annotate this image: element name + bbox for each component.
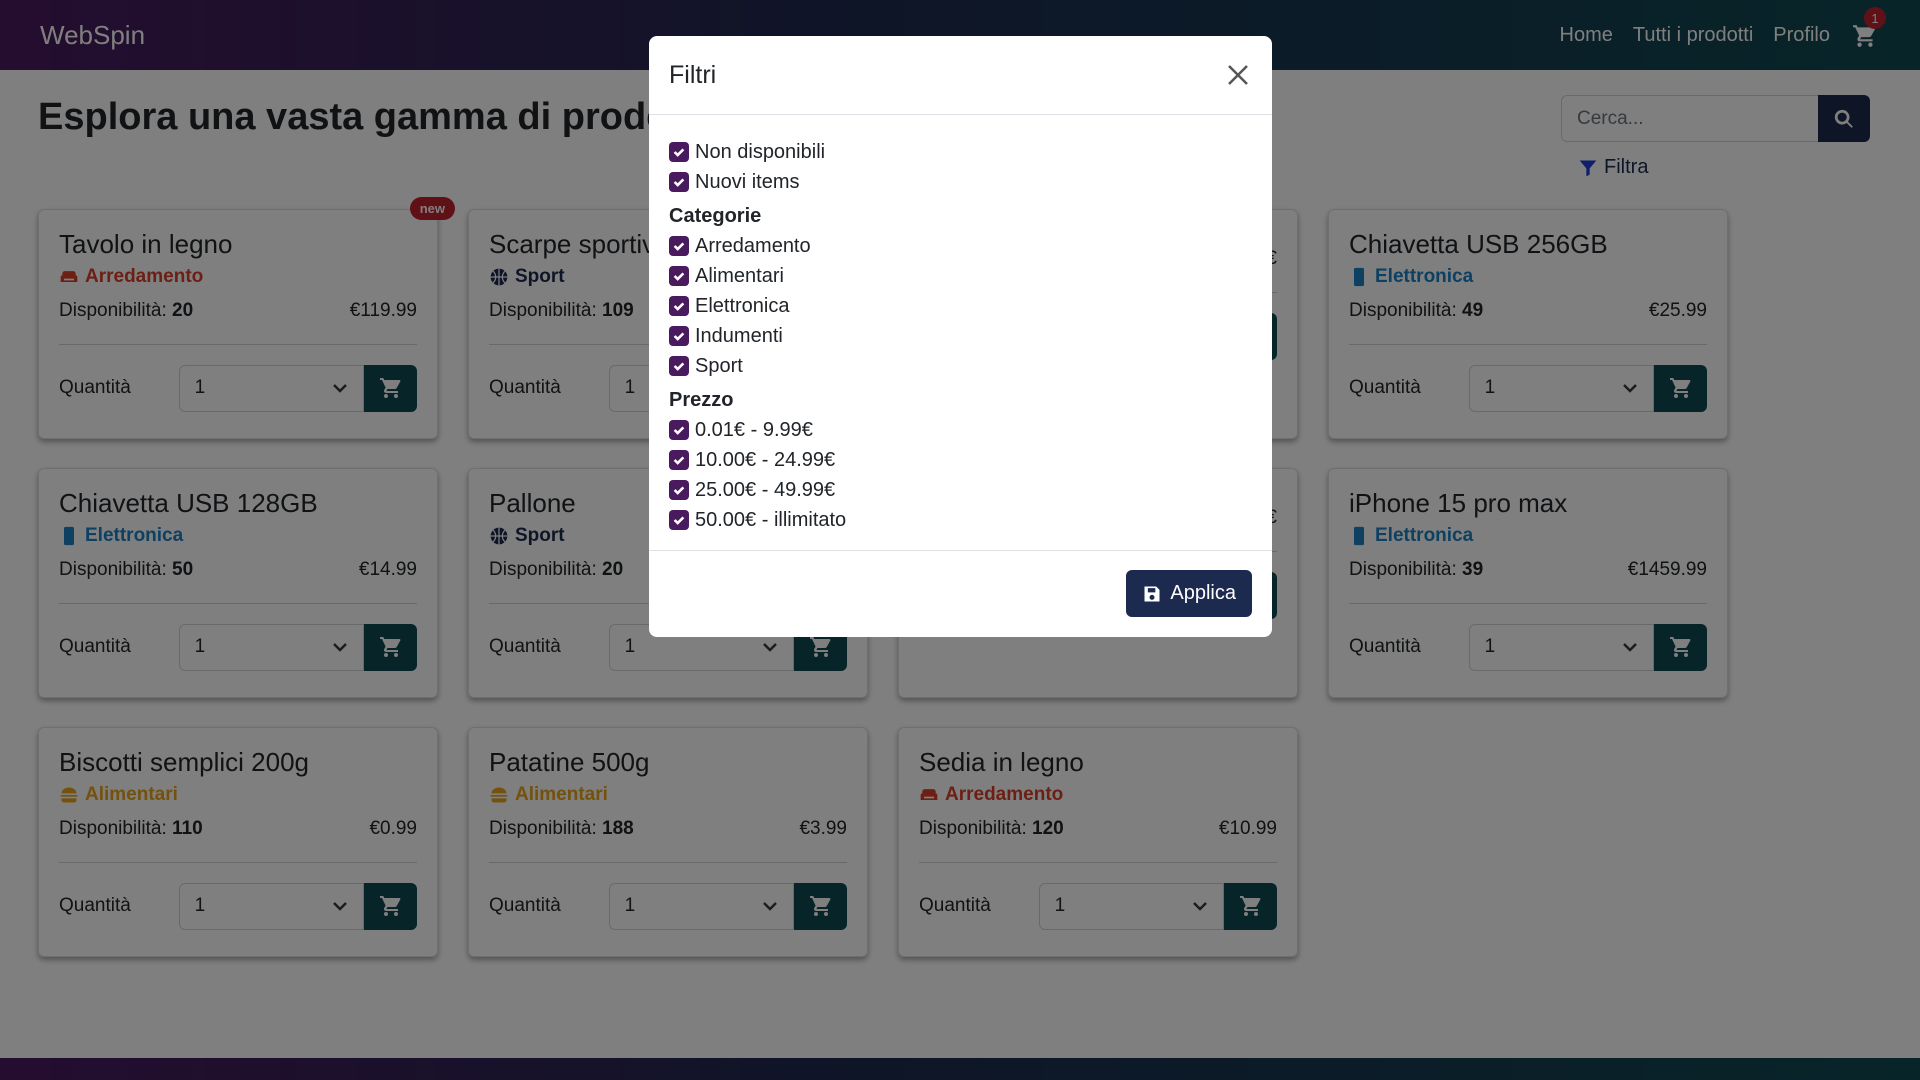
checkbox-label: Arredamento: [695, 234, 811, 257]
filter-category-sport[interactable]: Sport: [669, 351, 1252, 381]
check-icon: [673, 242, 685, 251]
check-icon: [673, 272, 685, 281]
checkbox-label: Elettronica: [695, 294, 790, 317]
modal-footer: Applica: [649, 551, 1272, 636]
filter-price-range-3[interactable]: 25.00€ - 49.99€: [669, 475, 1252, 505]
check-icon: [673, 332, 685, 341]
checkbox-label: 25.00€ - 49.99€: [695, 478, 836, 501]
filter-price-range-2[interactable]: 10.00€ - 24.99€: [669, 445, 1252, 475]
check-icon: [673, 456, 685, 465]
checkbox[interactable]: [669, 172, 689, 192]
save-icon: [1144, 586, 1160, 601]
modal-title: Filtri: [669, 60, 717, 89]
close-icon: [1228, 65, 1248, 85]
filter-category-alimentari[interactable]: Alimentari: [669, 261, 1252, 291]
checkbox[interactable]: [669, 142, 689, 162]
check-icon: [673, 516, 685, 525]
checkbox[interactable]: [669, 420, 689, 440]
checkbox-label: Alimentari: [695, 264, 784, 287]
checkbox-label: 10.00€ - 24.99€: [695, 448, 836, 471]
checkbox[interactable]: [669, 296, 689, 316]
checkbox-label: Indumenti: [695, 324, 783, 347]
check-icon: [673, 148, 685, 157]
checkbox[interactable]: [669, 236, 689, 256]
checkbox[interactable]: [669, 326, 689, 346]
filter-category-elettronica[interactable]: Elettronica: [669, 291, 1252, 321]
apply-label: Applica: [1170, 582, 1236, 604]
checkbox[interactable]: [669, 480, 689, 500]
checkbox[interactable]: [669, 266, 689, 286]
close-button[interactable]: [1224, 61, 1252, 89]
check-icon: [673, 426, 685, 435]
checkbox-label: 50.00€ - illimitato: [695, 508, 847, 531]
checkbox[interactable]: [669, 450, 689, 470]
modal-body: Non disponibili Nuovi items Categorie Ar…: [649, 115, 1272, 551]
checkbox-label: 0.01€ - 9.99€: [695, 418, 813, 441]
filter-nuovi-items[interactable]: Nuovi items: [669, 167, 1252, 197]
checkbox-label: Nuovi items: [695, 170, 800, 193]
checkbox[interactable]: [669, 510, 689, 530]
checkbox-label: Non disponibili: [695, 140, 826, 163]
filter-modal: Filtri Non disponibili Nuovi items Categ…: [649, 36, 1272, 637]
filter-category-arredamento[interactable]: Arredamento: [669, 231, 1252, 261]
check-icon: [673, 178, 685, 187]
apply-button[interactable]: Applica: [1126, 570, 1252, 617]
filter-category-indumenti[interactable]: Indumenti: [669, 321, 1252, 351]
filter-non-disponibili[interactable]: Non disponibili: [669, 137, 1252, 167]
checkbox-label: Sport: [695, 354, 743, 377]
check-icon: [673, 486, 685, 495]
checkbox[interactable]: [669, 356, 689, 376]
filter-price-range-4[interactable]: 50.00€ - illimitato: [669, 505, 1252, 535]
price-heading: Prezzo: [669, 388, 734, 411]
filter-price-range-1[interactable]: 0.01€ - 9.99€: [669, 415, 1252, 445]
categories-heading: Categorie: [669, 204, 762, 227]
check-icon: [673, 362, 685, 371]
check-icon: [673, 302, 685, 311]
modal-header: Filtri: [649, 36, 1272, 115]
